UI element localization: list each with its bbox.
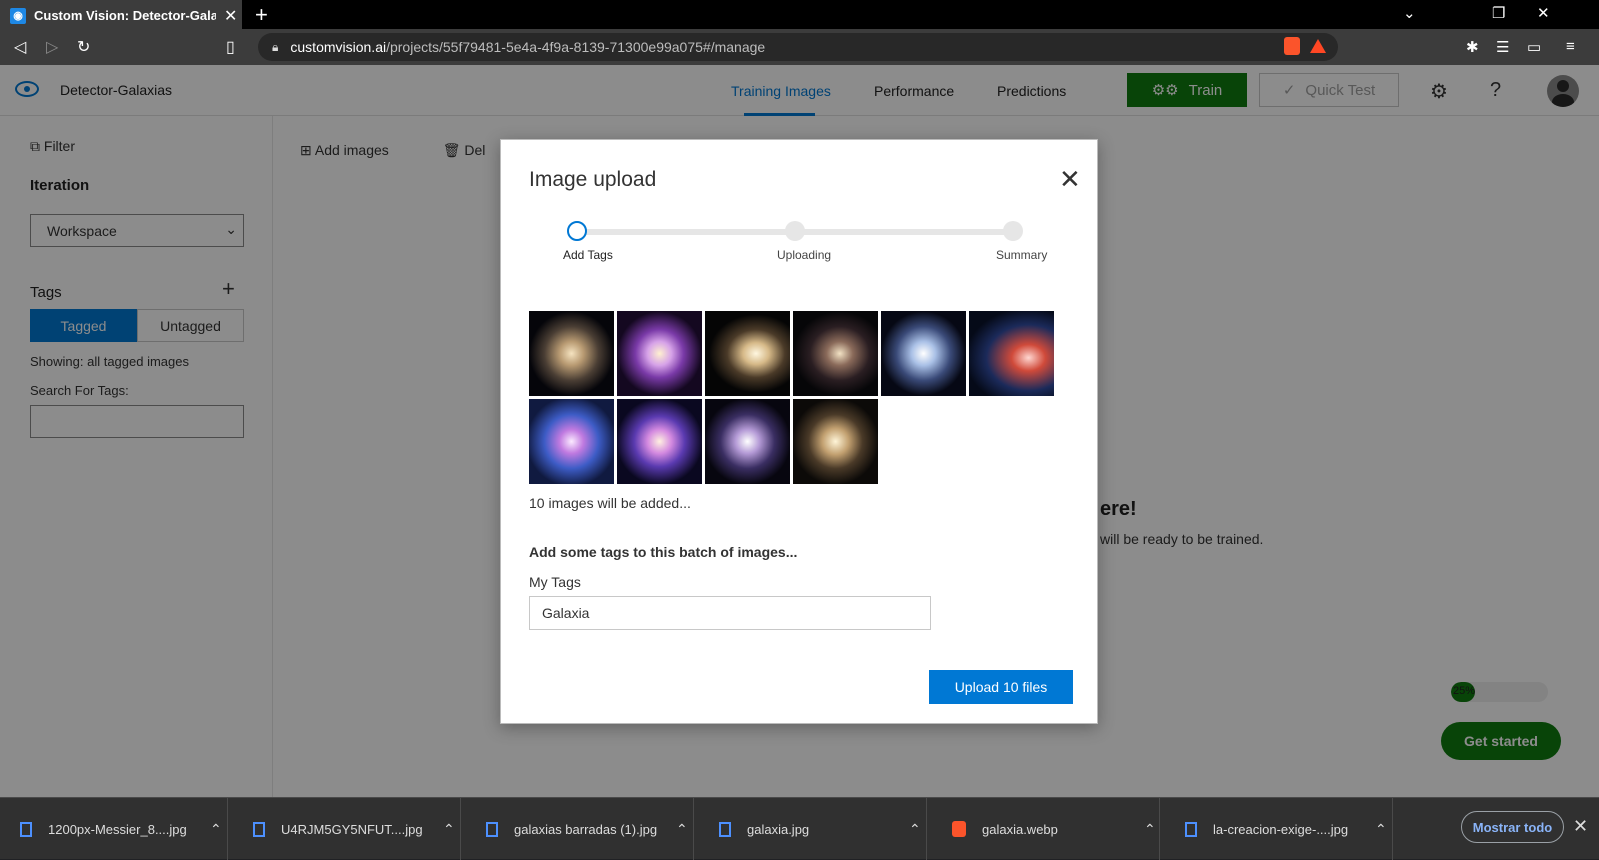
download-item[interactable]: U4RJM5GY5NFUT....jpg ⌃ — [233, 798, 461, 860]
upload-files-button[interactable]: Upload 10 files — [929, 670, 1073, 704]
close-downloads-icon[interactable]: ✕ — [1573, 816, 1588, 837]
dialog-title: Image upload — [529, 168, 657, 191]
galaxy-thumbnail — [969, 311, 1054, 396]
step-label-add-tags: Add Tags — [563, 248, 613, 262]
download-item[interactable]: galaxia.webp ⌃ — [932, 798, 1160, 860]
browser-tabbar: ◉ Custom Vision: Detector-Galaxias ✕ + ⌄… — [0, 0, 1599, 29]
brave-rewards-icon[interactable] — [1310, 39, 1326, 53]
reading-list-icon[interactable]: ☰ — [1496, 38, 1509, 56]
show-all-button[interactable]: Mostrar todo — [1461, 811, 1564, 843]
download-item[interactable]: la-creacion-exige-....jpg ⌃ — [1165, 798, 1393, 860]
image-file-icon — [486, 821, 498, 837]
tags-input[interactable] — [529, 596, 931, 630]
tab-close-icon[interactable]: ✕ — [224, 6, 237, 26]
new-tab-icon[interactable]: + — [255, 2, 268, 28]
galaxy-thumbnail — [705, 399, 790, 484]
tab-search-chevron-icon[interactable]: ⌄ — [1403, 4, 1416, 22]
close-icon[interactable]: ✕ — [1059, 164, 1081, 195]
chevron-up-icon[interactable]: ⌃ — [909, 821, 921, 838]
reload-icon[interactable]: ↻ — [77, 37, 90, 57]
bookmark-icon[interactable]: ▯ — [226, 37, 235, 57]
download-name: galaxia.jpg — [747, 821, 810, 837]
url-path: /projects/55f79481-5e4a-4f9a-8139-71300e… — [386, 39, 766, 55]
image-file-icon — [1185, 821, 1197, 837]
lock-icon: 🔒︎ — [272, 39, 279, 54]
address-bar[interactable]: 🔒︎ customvision.ai /projects/55f79481-5e… — [258, 33, 1338, 61]
step-dot-summary — [1003, 221, 1023, 241]
restore-window-icon[interactable]: ❐ — [1492, 4, 1505, 22]
download-name: 1200px-Messier_8....jpg — [48, 821, 187, 837]
chevron-up-icon[interactable]: ⌃ — [1375, 821, 1387, 838]
galaxy-thumbnail — [793, 311, 878, 396]
forward-icon[interactable]: ▷ — [46, 37, 58, 57]
chevron-up-icon[interactable]: ⌃ — [676, 821, 688, 838]
galaxy-thumbnail — [617, 399, 702, 484]
download-item[interactable]: 1200px-Messier_8....jpg ⌃ — [0, 798, 228, 860]
extensions-icon[interactable]: ✱ — [1466, 38, 1479, 56]
galaxy-thumbnail — [529, 311, 614, 396]
step-label-uploading: Uploading — [777, 248, 832, 262]
tab-title: Custom Vision: Detector-Galaxias — [34, 8, 216, 23]
download-name: la-creacion-exige-....jpg — [1213, 821, 1349, 837]
galaxy-thumbnail — [881, 311, 966, 396]
url-host: customvision.ai — [290, 39, 387, 55]
step-dot-uploading — [785, 221, 805, 241]
brave-file-icon — [952, 821, 966, 837]
galaxy-thumbnail — [705, 311, 790, 396]
step-label-summary: Summary — [996, 248, 1048, 262]
my-tags-label: My Tags — [529, 574, 581, 590]
batch-tags-heading: Add some tags to this batch of images... — [529, 544, 798, 560]
image-file-icon — [719, 821, 731, 837]
chevron-up-icon[interactable]: ⌃ — [1144, 821, 1156, 838]
chevron-up-icon[interactable]: ⌃ — [210, 821, 222, 838]
downloads-bar: 1200px-Messier_8....jpg ⌃ U4RJM5GY5NFUT.… — [0, 797, 1599, 860]
menu-icon[interactable]: ≡ — [1566, 38, 1575, 55]
galaxy-thumbnail — [793, 399, 878, 484]
browser-tab[interactable]: ◉ Custom Vision: Detector-Galaxias ✕ — [0, 0, 242, 29]
image-upload-dialog: Image upload ✕ Add Tags Uploading Summar… — [500, 139, 1098, 724]
download-name: U4RJM5GY5NFUT....jpg — [281, 821, 423, 837]
galaxy-thumbnail — [529, 399, 614, 484]
chevron-up-icon[interactable]: ⌃ — [443, 821, 455, 838]
back-icon[interactable]: ◁ — [14, 37, 26, 57]
browser-toolbar: ◁ ▷ ↻ ▯ 🔒︎ customvision.ai /projects/55f… — [0, 29, 1599, 65]
download-item[interactable]: galaxias barradas (1).jpg ⌃ — [466, 798, 694, 860]
close-window-icon[interactable]: ✕ — [1537, 4, 1550, 22]
download-name: galaxia.webp — [982, 821, 1058, 837]
image-file-icon — [20, 821, 32, 837]
download-item[interactable]: galaxia.jpg ⌃ — [699, 798, 927, 860]
wallet-icon[interactable]: ▭ — [1527, 38, 1541, 56]
custom-vision-favicon-icon: ◉ — [10, 7, 26, 24]
download-name: galaxias barradas (1).jpg — [514, 821, 658, 837]
step-dot-add-tags — [567, 221, 587, 241]
images-count-text: 10 images will be added... — [529, 495, 691, 511]
galaxy-thumbnail — [617, 311, 702, 396]
brave-shields-icon[interactable] — [1284, 37, 1300, 55]
image-file-icon — [253, 821, 265, 837]
